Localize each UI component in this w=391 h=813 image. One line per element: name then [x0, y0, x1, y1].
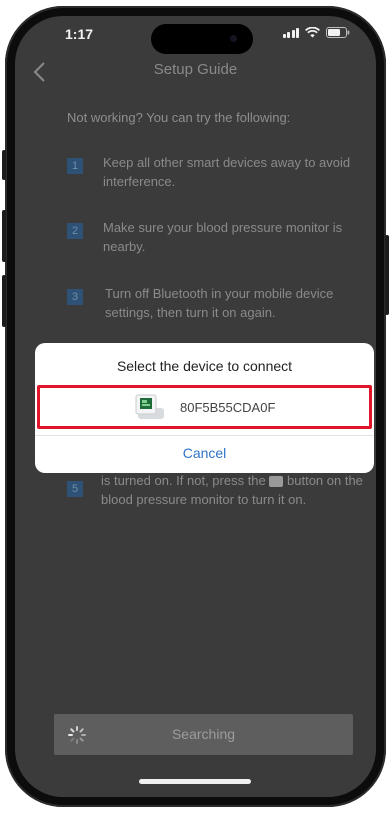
signal-icon [282, 27, 299, 38]
step-text-before: is turned on. If not, press the [101, 473, 266, 488]
dialog-divider [35, 435, 374, 436]
device-list-item[interactable]: 80F5B55CDA0F [37, 385, 372, 429]
searching-label: Searching [171, 726, 236, 742]
status-icons [282, 27, 351, 38]
device-id: 80F5B55CDA0F [180, 400, 276, 415]
step-number-badge: 3 [67, 289, 83, 305]
step-text: Turn off Bluetooth in your mobile device… [103, 284, 364, 322]
guide-step: 1 Keep all other smart devices away to a… [67, 153, 364, 191]
page-title: Setup Guide [153, 61, 238, 78]
searching-button[interactable]: Searching [54, 714, 353, 755]
guide-intro: Not working? You can try the following: [67, 110, 291, 125]
action-button [2, 150, 6, 180]
device-select-dialog: Select the device to connect 80F5B55CDA0… [35, 343, 374, 473]
camera-dot [230, 35, 237, 42]
blood-pressure-monitor-icon [132, 394, 168, 422]
step-text-content: Turn off Bluetooth in your mobile device… [105, 286, 334, 320]
wifi-icon [305, 27, 320, 38]
dialog-title: Select the device to connect [116, 358, 293, 374]
volume-up-button [2, 210, 6, 262]
power-button [385, 235, 389, 315]
dynamic-island [151, 24, 253, 54]
battery-icon [326, 27, 350, 38]
step-number-badge: 2 [67, 223, 83, 239]
status-time: 1:17 [65, 26, 94, 42]
guide-step: 5 is turned on. If not, press the button… [67, 471, 364, 509]
guide-step: 2 Make sure your blood pressure monitor … [67, 218, 364, 256]
cancel-button[interactable]: Cancel [35, 445, 374, 461]
step-text: Keep all other smart devices away to avo… [103, 155, 351, 189]
home-indicator[interactable] [139, 779, 251, 784]
power-key-icon [269, 476, 284, 488]
step-number-badge: 5 [67, 481, 83, 497]
step-text: Make sure your blood pressure monitor is… [103, 220, 343, 254]
step-text: is turned on. If not, press the button o… [101, 471, 363, 509]
volume-down-button [2, 275, 6, 327]
step-number-badge: 1 [67, 158, 83, 174]
guide-step: 3 Turn off Bluetooth in your mobile devi… [67, 284, 364, 322]
phone-screen: 1:17 Setup Guide Not working? You can tr… [15, 16, 376, 797]
